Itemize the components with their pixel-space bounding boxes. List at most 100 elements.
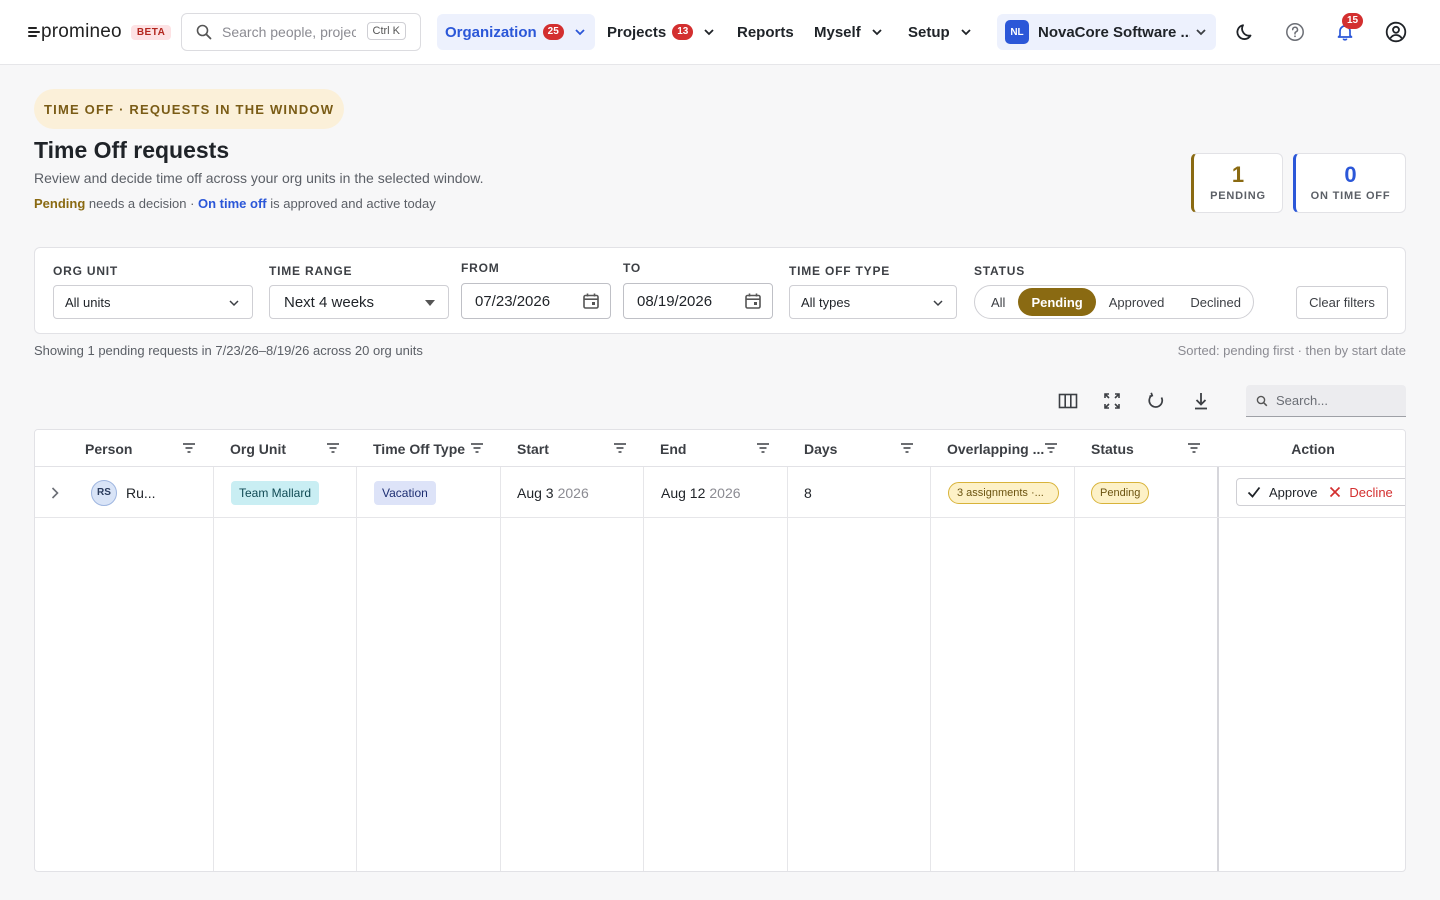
calendar-icon[interactable]	[582, 292, 600, 310]
column-header-days[interactable]: Days	[804, 430, 837, 467]
from-date-value: 07/23/2026	[475, 292, 551, 310]
chevron-down-icon	[933, 300, 943, 307]
page-subtitle: Review and decide time off across your o…	[34, 170, 484, 186]
sort-description: Sorted: pending first · then by start da…	[1177, 343, 1406, 358]
column-header-start[interactable]: Start	[517, 430, 549, 467]
org-unit-label: ORG UNIT	[53, 264, 119, 278]
column-header-overlapping[interactable]: Overlapping ...	[947, 430, 1044, 467]
nav-projects[interactable]: Projects 13	[599, 14, 724, 50]
filter-icon[interactable]	[900, 442, 914, 454]
organization-switcher[interactable]: NL NovaCore Software ...	[997, 14, 1216, 50]
help-button[interactable]	[1283, 20, 1307, 44]
nav-reports[interactable]: Reports	[729, 14, 802, 50]
to-date-input[interactable]: 08/19/2026	[623, 283, 773, 319]
nav-organization[interactable]: Organization 25	[437, 14, 595, 50]
columns-button[interactable]	[1057, 390, 1079, 412]
column-header-status[interactable]: Status	[1091, 430, 1134, 467]
filter-icon[interactable]	[326, 442, 340, 454]
requests-table: Person Org Unit Time Off Type Start End …	[34, 429, 1406, 872]
approve-button[interactable]: Approve	[1237, 479, 1327, 505]
table-row[interactable]: RS Ru... Team Mallard Vacation Aug 3 202…	[35, 467, 1405, 518]
person-name: Ru...	[126, 484, 156, 501]
column-header-action: Action	[1291, 440, 1335, 457]
app-logo[interactable]: promineo BETA	[28, 21, 172, 43]
row-actions: Approve Decline	[1236, 478, 1405, 506]
density-button[interactable]	[1101, 390, 1123, 412]
org-unit-cell: Team Mallard	[231, 467, 320, 518]
avatar: RS	[91, 479, 117, 506]
calendar-icon[interactable]	[744, 292, 762, 310]
status-label: STATUS	[974, 264, 1026, 278]
time-off-type-select[interactable]: All types	[789, 285, 957, 319]
filter-icon[interactable]	[182, 442, 196, 454]
overlap-badge[interactable]: 3 assignments ·...	[948, 481, 1059, 504]
top-navigation-bar: promineo BETA Search people, projects Ct…	[0, 0, 1440, 65]
global-search-input[interactable]: Search people, projects Ctrl K	[181, 13, 421, 51]
decline-label: Decline	[1349, 484, 1393, 500]
decline-button[interactable]: Decline	[1327, 479, 1394, 505]
download-icon	[1195, 393, 1207, 410]
column-header-person[interactable]: Person	[85, 430, 132, 467]
time-range-select[interactable]: Next 4 weeks	[269, 285, 449, 319]
legend-on-time-off-desc: is approved and active today	[266, 196, 436, 211]
end-cell: Aug 12 2026	[661, 467, 741, 518]
account-button[interactable]	[1384, 20, 1408, 44]
fullscreen-icon	[1104, 393, 1120, 409]
approve-label: Approve	[1269, 484, 1318, 500]
grid-search-placeholder: Search...	[1276, 393, 1329, 408]
time-range-label: TIME RANGE	[269, 264, 353, 278]
search-icon	[1256, 395, 1268, 406]
filter-icon[interactable]	[1044, 442, 1058, 454]
status-option-all[interactable]: All	[978, 288, 1018, 316]
expand-row-button[interactable]	[49, 467, 61, 518]
org-unit-select[interactable]: All units	[53, 285, 253, 319]
status-legend: Pending needs a decision · On time off i…	[34, 196, 436, 211]
status-badge: Pending	[1091, 481, 1150, 504]
days-cell: 8	[804, 484, 812, 501]
export-button[interactable]	[1190, 390, 1212, 412]
from-date-input[interactable]: 07/23/2026	[461, 283, 611, 319]
status-option-declined[interactable]: Declined	[1177, 288, 1254, 316]
person-cell[interactable]: RS Ru...	[91, 467, 156, 518]
org-unit-chip: Team Mallard	[231, 480, 320, 505]
status-option-pending[interactable]: Pending	[1018, 288, 1096, 316]
from-label: FROM	[461, 261, 500, 275]
column-header-org-unit[interactable]: Org Unit	[230, 430, 286, 467]
refresh-icon	[1148, 392, 1164, 408]
overlapping-cell[interactable]: 3 assignments ·...	[948, 467, 1059, 518]
column-header-end[interactable]: End	[660, 430, 686, 467]
column-header-time-off-type[interactable]: Time Off Type	[373, 430, 465, 467]
nav-reports-label: Reports	[737, 23, 794, 41]
pending-stat-card[interactable]: 1 PENDING	[1191, 153, 1283, 213]
filter-icon[interactable]	[756, 442, 770, 454]
theme-toggle-button[interactable]	[1234, 20, 1258, 44]
end-date: Aug 12	[661, 484, 706, 501]
filters-panel: ORG UNIT All units TIME RANGE Next 4 wee…	[34, 247, 1406, 334]
filter-icon[interactable]	[613, 442, 627, 454]
dropdown-arrow-icon	[425, 300, 435, 306]
results-summary: Showing 1 pending requests in 7/23/26–8/…	[34, 343, 423, 358]
start-year: 2026	[557, 484, 589, 501]
nav-projects-label: Projects	[607, 23, 667, 41]
filter-icon[interactable]	[1187, 442, 1201, 454]
columns-icon	[1058, 393, 1078, 409]
status-option-approved[interactable]: Approved	[1096, 288, 1178, 316]
legend-on-time-off: On time off	[198, 196, 267, 211]
grid-search-input[interactable]: Search...	[1246, 385, 1406, 417]
on-time-off-label: ON TIME OFF	[1310, 190, 1391, 202]
chevron-down-icon	[961, 29, 971, 36]
clear-filters-button[interactable]: Clear filters	[1296, 286, 1388, 319]
status-cell: Pending	[1091, 467, 1150, 518]
chevron-right-icon	[51, 486, 59, 499]
page-title: Time Off requests	[34, 137, 230, 163]
time-off-type-cell: Vacation	[374, 467, 436, 518]
filter-icon[interactable]	[470, 442, 484, 454]
refresh-button[interactable]	[1145, 390, 1167, 412]
search-shortcut: Ctrl K	[366, 22, 406, 40]
nav-setup[interactable]: Setup	[900, 14, 981, 50]
on-time-off-count: 0	[1344, 162, 1357, 187]
on-time-off-stat-card[interactable]: 0 ON TIME OFF	[1293, 153, 1406, 213]
page-eyebrow: TIME OFF · REQUESTS IN THE WINDOW	[34, 89, 345, 129]
nav-myself[interactable]: Myself	[806, 14, 892, 50]
time-range-value: Next 4 weeks	[284, 293, 375, 311]
